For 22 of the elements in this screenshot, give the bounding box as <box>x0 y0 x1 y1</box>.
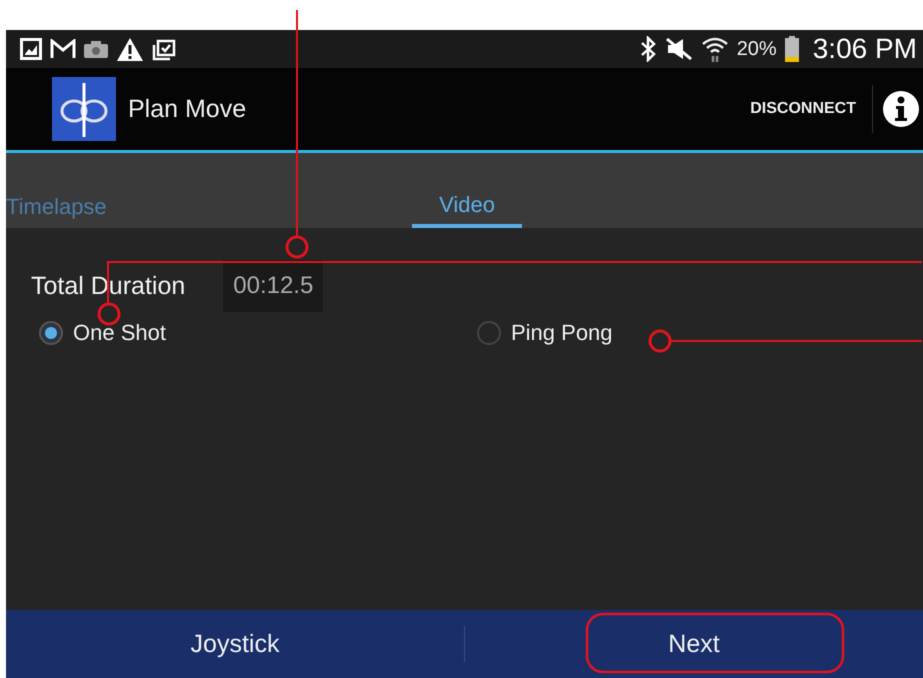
clock-time: 3:06 PM <box>812 33 917 65</box>
camera-icon <box>84 40 108 58</box>
warning-icon <box>116 36 144 62</box>
info-icon[interactable] <box>883 91 919 127</box>
app-logo-icon <box>52 77 116 141</box>
picture-icon <box>20 38 42 60</box>
wifi-icon <box>700 35 729 63</box>
disconnect-button[interactable]: DISCONNECT <box>734 85 872 133</box>
joystick-button[interactable]: Joystick <box>6 610 464 678</box>
bluetooth-icon <box>638 36 657 62</box>
radio-button[interactable] <box>39 321 63 345</box>
radio-option[interactable]: Ping Pong <box>477 320 915 346</box>
radio-button[interactable] <box>477 321 501 345</box>
clipboard-check-icon <box>152 37 176 61</box>
muted-speaker-icon <box>664 37 693 61</box>
radio-option[interactable]: One Shot <box>39 320 477 346</box>
next-button[interactable]: Next <box>465 610 923 678</box>
battery-percent: 20% <box>736 38 777 60</box>
mail-icon <box>50 39 76 59</box>
duration-field[interactable]: 00:12.5 <box>223 260 324 312</box>
app-title: Plan Move <box>128 94 246 124</box>
battery-icon <box>784 36 799 62</box>
